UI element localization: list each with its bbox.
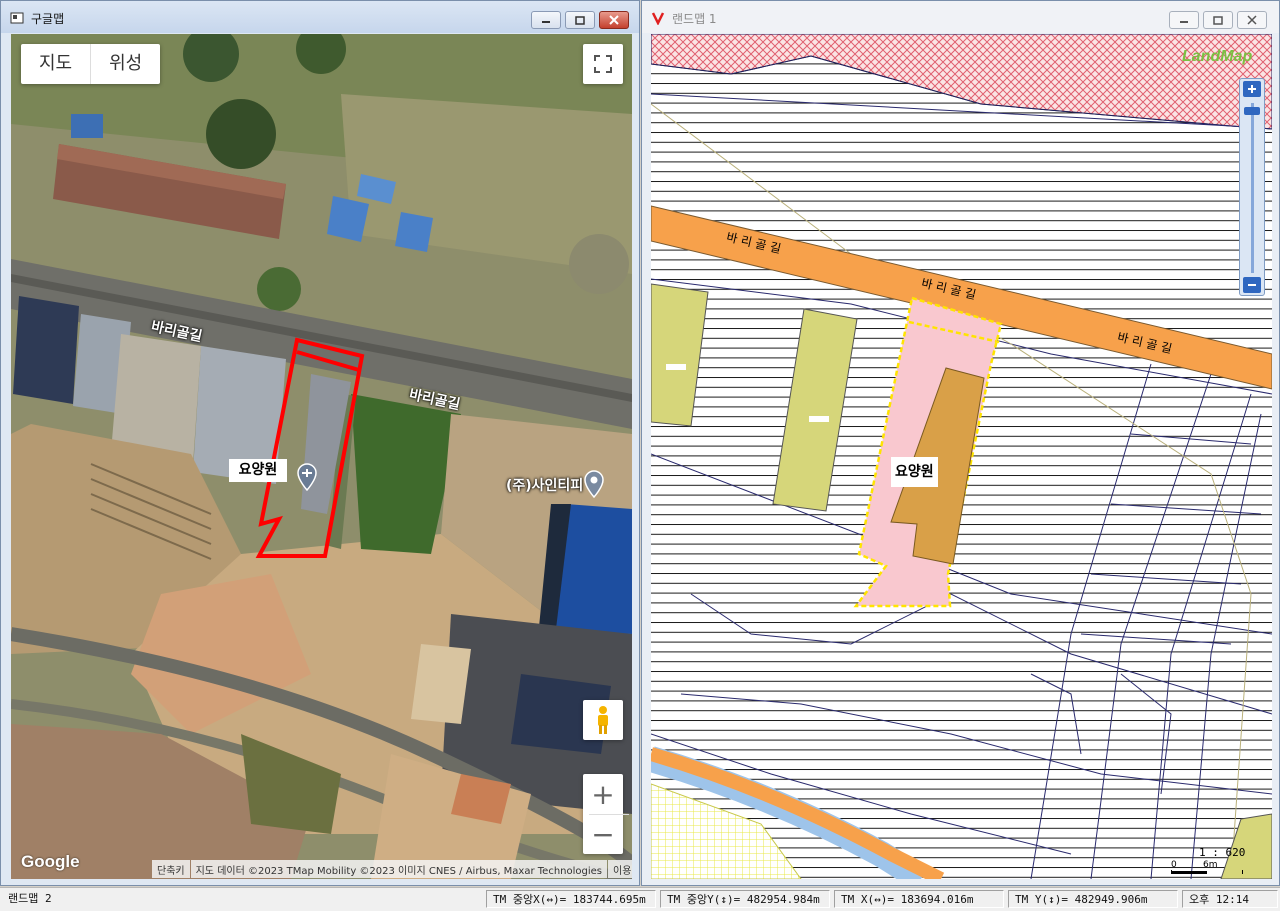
minus-icon [1248,284,1256,286]
street-view-button[interactable] [583,700,623,740]
zoom-in-button[interactable] [1243,81,1261,97]
minimize-button[interactable] [1169,11,1199,29]
google-map-window: 구글맵 지도 위성 바리골길 바리골길 요양원 (주)사인티피 + − Goog… [0,0,640,886]
google-logo: Google [21,852,80,871]
zoom-control: + − [583,774,629,854]
fullscreen-button[interactable] [583,44,623,84]
scale-bar [1171,870,1243,874]
status-app-name: 랜드맵 2 [8,892,52,905]
window-title: 랜드맵 1 [672,12,717,26]
status-tm-center-y: TM 중앙Y(↕)= 482954.984m [660,890,830,908]
scale-end-label: 6m [1203,860,1218,870]
map-button[interactable]: 지도 [21,44,90,84]
title-bar[interactable]: 구글맵 [1,1,639,33]
close-button[interactable] [1237,11,1267,29]
plus-icon [1248,85,1256,93]
fullscreen-icon [594,55,612,73]
cadastral-map[interactable]: 바 리 골 길 바 리 골 길 바 리 골 길 요양원 LandMap 1 : … [651,34,1272,879]
close-button[interactable] [599,11,629,29]
scale-start-label: 0 [1171,860,1177,870]
window-title: 구글맵 [31,12,65,26]
status-tm-y: TM Y(↕)= 482949.906m [1008,890,1178,908]
status-tm-center-x: TM 중앙X(↔)= 183744.695m [486,890,656,908]
map-type-control: 지도 위성 [21,44,161,84]
satellite-button[interactable]: 위성 [90,44,160,84]
map-pin-icon[interactable] [584,470,604,498]
map-pin-icon[interactable] [297,463,317,491]
zoom-out-button[interactable]: − [583,814,623,854]
close-icon [609,15,619,25]
attribution-bar: 단축키 지도 데이터 ©2023 TMap Mobility ©2023 이미지… [151,860,632,878]
landmap-app-icon [651,12,665,25]
minimize-icon [1180,21,1188,23]
shortcuts-link[interactable]: 단축키 [152,860,190,878]
status-tm-x: TM X(↔)= 183694.016m [834,890,1004,908]
satellite-map[interactable]: 지도 위성 바리골길 바리골길 요양원 (주)사인티피 + − Google 단… [11,34,632,879]
satellite-imagery [11,34,632,879]
zoom-out-button[interactable] [1243,277,1261,293]
maximize-button[interactable] [565,11,595,29]
zoom-thumb[interactable] [1244,107,1260,115]
map-data-text: 지도 데이터 ©2023 TMap Mobility ©2023 이미지 CNE… [190,860,608,878]
scale-ratio: 1 : 620 [1199,846,1246,859]
status-bar: 랜드맵 2 TM 중앙X(↔)= 183744.695m TM 중앙Y(↕)= … [0,887,1280,911]
pegman-icon [598,706,608,734]
poi-label-nursing-home[interactable]: 요양원 [229,459,287,482]
status-clock: 오후 12:14 [1182,890,1278,908]
maximize-icon [1213,15,1223,25]
zoom-track [1251,103,1254,273]
poi-label-company[interactable]: (주)사인티피 [506,475,583,495]
zoom-in-button[interactable]: + [583,774,623,814]
parcel-label-nursing-home[interactable]: 요양원 [891,457,938,487]
cadastral-map-canvas [651,34,1272,879]
minimize-button[interactable] [531,11,561,29]
landmap-window: 랜드맵 1 바 리 골 길 바 리 골 길 바 리 골 길 요양원 LandMa… [641,0,1280,886]
landmap-logo: LandMap [1182,48,1253,65]
title-bar[interactable]: 랜드맵 1 [642,1,1279,33]
close-icon [1247,15,1257,25]
zoom-slider[interactable] [1239,78,1265,296]
terms-link[interactable]: 이용약관 [608,860,632,878]
maximize-button[interactable] [1203,11,1233,29]
minimize-icon [542,21,550,23]
app-icon [10,12,24,24]
maximize-icon [575,15,585,25]
